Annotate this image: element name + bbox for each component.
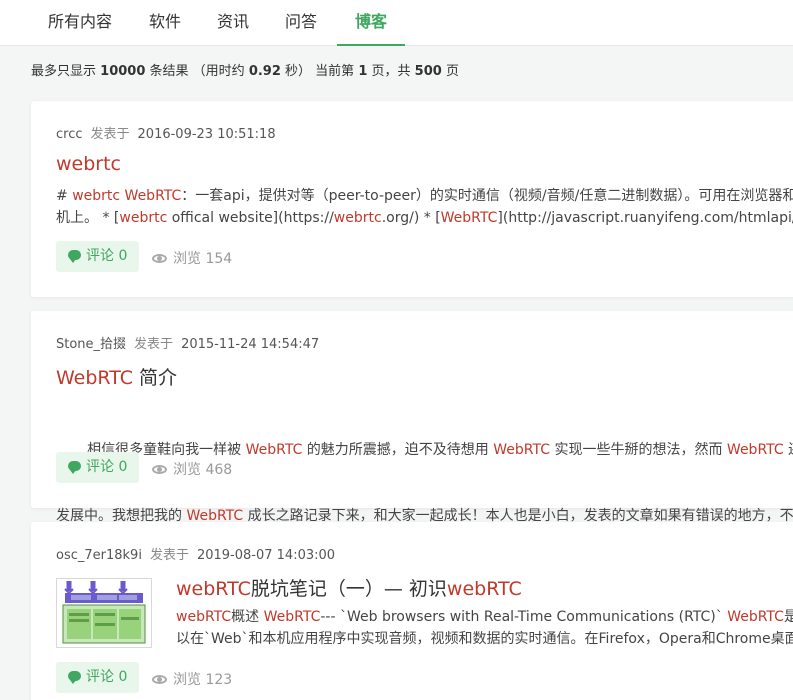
excerpt-text: 概述 bbox=[231, 609, 264, 625]
summary-total: 500 bbox=[414, 64, 442, 79]
summary-text: 页，共 bbox=[371, 64, 411, 79]
post-card: osc_7er18k9i 发表于 2019-08-07 14:03:00 webRT… bbox=[31, 522, 793, 700]
summary-text: 页 bbox=[445, 64, 459, 79]
excerpt-highlight: WebRTC bbox=[440, 210, 498, 226]
post-author[interactable]: osc_7er18k9i bbox=[56, 548, 142, 563]
post-date: 2016-09-23 10:51:18 bbox=[137, 127, 276, 142]
excerpt-highlight: WebRTC bbox=[124, 188, 182, 204]
excerpt-line: 机上。 * [webrtc offical website](https://w… bbox=[56, 207, 793, 229]
title-highlight: webRTC bbox=[446, 578, 522, 600]
excerpt-line: 相信很多童鞋向我一样被 WebRTC 的魅力所震撼，迫不及待想用 WebRTC … bbox=[56, 439, 793, 461]
excerpt-line: 以在`Web`和本机应用程序中实现音频，视频和数据的实时通信。在Firefox，… bbox=[176, 628, 793, 650]
excerpt-line: webRTC概述 WebRTC--- `Web browsers with Re… bbox=[176, 606, 793, 628]
excerpt-highlight: webrtc bbox=[72, 188, 121, 204]
eye-icon bbox=[152, 465, 167, 474]
excerpt-text: # bbox=[56, 188, 73, 204]
comment-icon bbox=[68, 671, 81, 684]
views-count: 浏览 468 bbox=[152, 459, 232, 479]
comments-count: 评论 0 bbox=[86, 669, 128, 685]
excerpt-text: .org/) * [ bbox=[381, 210, 441, 226]
eye-icon bbox=[152, 675, 167, 684]
summary-page: 1 bbox=[358, 64, 368, 79]
comment-icon bbox=[68, 250, 81, 263]
architecture-diagram-image bbox=[57, 579, 151, 647]
summary-text: 条结果 （用时约 bbox=[149, 64, 245, 79]
comments-button[interactable]: 评论 0 bbox=[56, 241, 140, 272]
tab-news[interactable]: 资讯 bbox=[217, 0, 249, 46]
views-label: 浏览 123 bbox=[173, 672, 233, 688]
posted-label: 发表于 bbox=[90, 127, 130, 142]
excerpt-highlight: WebRTC bbox=[263, 609, 321, 625]
summary-text: 秒） 当前第 bbox=[285, 64, 355, 79]
views-count: 浏览 123 bbox=[152, 669, 232, 689]
post-date: 2015-11-24 14:54:47 bbox=[181, 337, 320, 352]
post-excerpt: # webrtc WebRTC：一套api，提供对等（peer-to-peer）… bbox=[56, 185, 793, 229]
excerpt-text: 以在`Web`和本机应用程序中实现音频，视频和数据的实时通信。在Firefox，… bbox=[176, 631, 793, 647]
excerpt-text: 的魅力所震撼，迫不及待想用 bbox=[302, 442, 494, 458]
post-card: crcc 发表于 2016-09-23 10:51:18 webrtc # webr… bbox=[31, 101, 793, 297]
result-summary: 最多只显示 10000 条结果 （用时约 0.92 秒） 当前第 1 页，共 5… bbox=[31, 60, 459, 79]
excerpt-text: ：一套api，提供对等（peer-to-peer）的实时通信（视频/音频/任意二… bbox=[181, 188, 793, 204]
excerpt-highlight: webrtc bbox=[119, 210, 168, 226]
excerpt-text: 实现一些牛掰的想法，然而 bbox=[550, 442, 727, 458]
tab-software[interactable]: 软件 bbox=[149, 0, 181, 46]
views-count: 浏览 154 bbox=[152, 248, 232, 268]
comments-count: 评论 0 bbox=[86, 459, 128, 475]
excerpt-highlight: WebRTC bbox=[726, 442, 784, 458]
posted-label: 发表于 bbox=[134, 337, 174, 352]
comments-count: 评论 0 bbox=[86, 248, 128, 264]
summary-max: 10000 bbox=[100, 64, 146, 79]
post-meta: Stone_拾掇 发表于 2015-11-24 14:54:47 bbox=[56, 333, 319, 352]
title-highlight: webrtc bbox=[56, 153, 121, 175]
excerpt-text: ](http://javascript.ruanyifeng.com/htmla… bbox=[497, 210, 793, 226]
views-label: 浏览 468 bbox=[173, 462, 233, 478]
title-highlight: WebRTC bbox=[56, 367, 134, 389]
comments-button[interactable]: 评论 0 bbox=[56, 452, 140, 483]
summary-time: 0.92 bbox=[248, 64, 281, 79]
title-highlight: webRTC bbox=[176, 578, 251, 600]
category-tabs: 所有内容 软件 资讯 问答 博客 bbox=[0, 0, 793, 46]
excerpt-highlight: WebRTC bbox=[727, 609, 784, 625]
post-author[interactable]: Stone_拾掇 bbox=[56, 337, 126, 352]
excerpt-highlight: WebRTC bbox=[245, 442, 303, 458]
comments-button[interactable]: 评论 0 bbox=[56, 662, 140, 693]
post-title[interactable]: WebRTC 简介 bbox=[56, 363, 177, 390]
summary-prefix: 最多只显示 bbox=[31, 64, 97, 79]
post-author[interactable]: crcc bbox=[56, 127, 83, 142]
title-text: 脱坑笔记（一）— 初识 bbox=[250, 578, 447, 600]
post-title[interactable]: webRTC脱坑笔记（一）— 初识webRTC bbox=[176, 574, 522, 601]
excerpt-text: offical website](https:// bbox=[167, 210, 334, 226]
post-excerpt: webRTC概述 WebRTC--- `Web browsers with Re… bbox=[176, 606, 793, 650]
post-thumbnail[interactable] bbox=[56, 578, 152, 648]
posted-label: 发表于 bbox=[149, 548, 189, 563]
excerpt-text: 还 bbox=[784, 442, 793, 458]
excerpt-highlight: webrtc bbox=[333, 210, 382, 226]
post-title[interactable]: webrtc bbox=[56, 153, 121, 175]
tab-all[interactable]: 所有内容 bbox=[48, 0, 112, 46]
views-label: 浏览 154 bbox=[173, 251, 233, 267]
excerpt-highlight: webRTC bbox=[176, 609, 232, 625]
tab-blog[interactable]: 博客 bbox=[337, 0, 405, 46]
post-card: Stone_拾掇 发表于 2015-11-24 14:54:47 WebRTC 简介… bbox=[31, 311, 793, 524]
post-meta: osc_7er18k9i 发表于 2019-08-07 14:03:00 bbox=[56, 544, 335, 563]
tab-qa[interactable]: 问答 bbox=[285, 0, 317, 46]
post-date: 2019-08-07 14:03:00 bbox=[196, 548, 336, 563]
excerpt-text: 是一 bbox=[783, 609, 793, 625]
title-text: 简介 bbox=[133, 367, 178, 389]
post-meta: crcc 发表于 2016-09-23 10:51:18 bbox=[56, 123, 276, 142]
excerpt-highlight: WebRTC bbox=[493, 442, 551, 458]
comment-icon bbox=[68, 461, 81, 474]
excerpt-line: # webrtc WebRTC：一套api，提供对等（peer-to-peer）… bbox=[56, 185, 793, 207]
excerpt-text: 机上。 * [ bbox=[56, 210, 120, 226]
excerpt-text: --- `Web browsers with Real-Time Communi… bbox=[320, 609, 728, 625]
eye-icon bbox=[152, 254, 167, 263]
